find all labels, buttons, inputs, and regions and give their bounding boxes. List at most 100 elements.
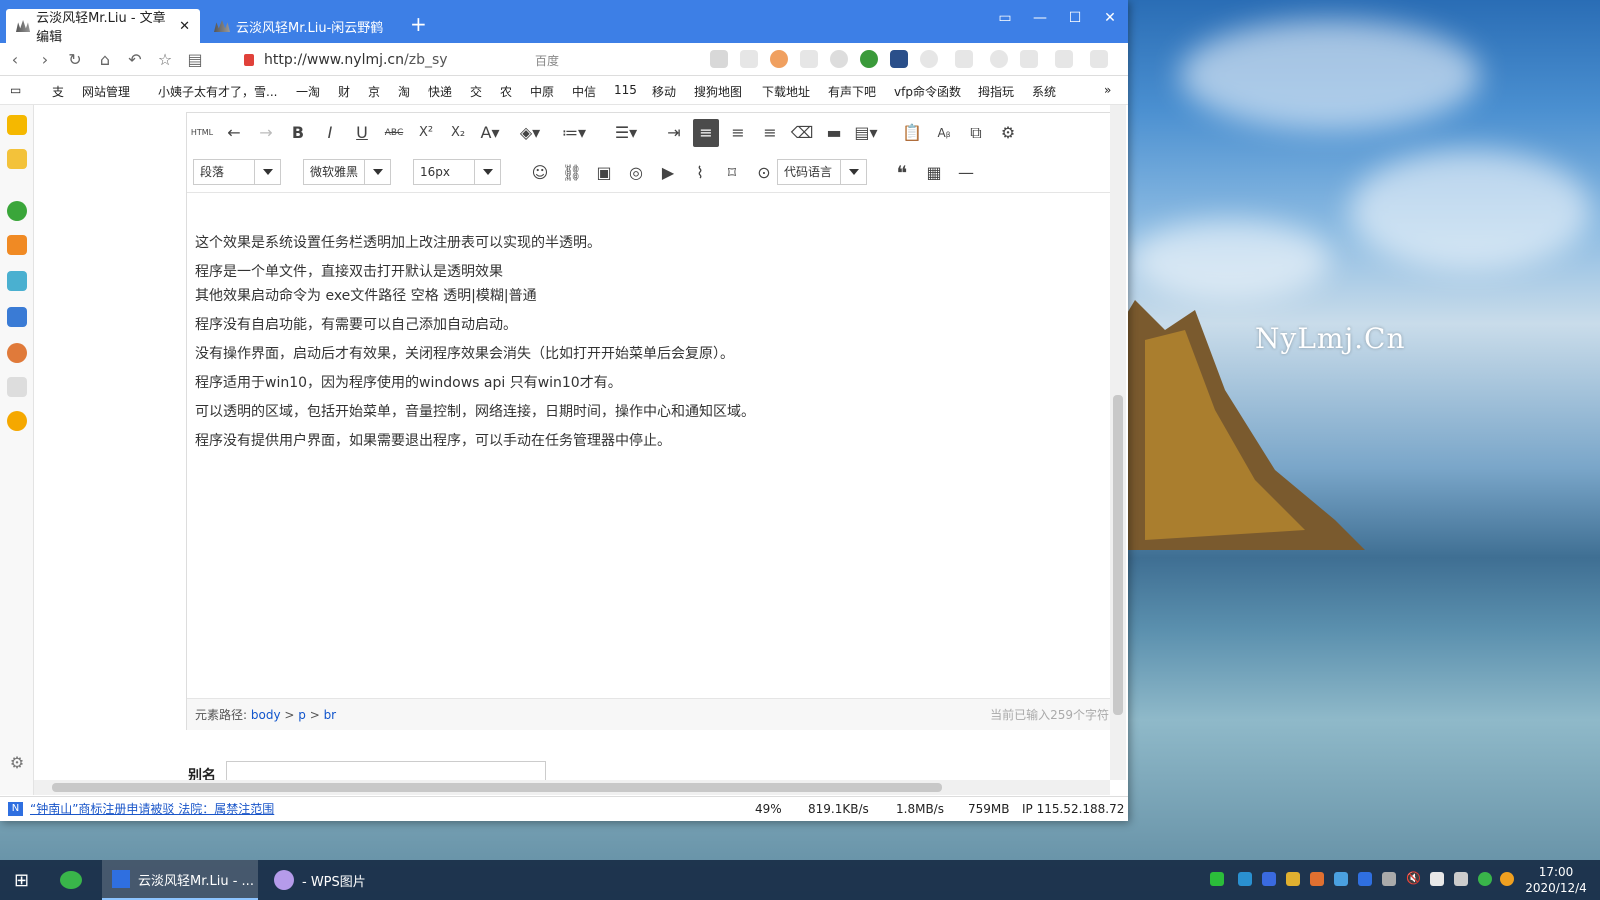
back-icon[interactable]: ‹ <box>0 50 30 69</box>
blockquote-icon[interactable]: ❝ <box>889 159 915 187</box>
bookmark-item[interactable]: 中原 <box>530 83 554 100</box>
italic-icon[interactable]: I <box>317 119 343 147</box>
close-icon[interactable]: ✕ <box>179 19 190 34</box>
windows-start-icon[interactable]: ⊞ <box>14 860 44 900</box>
eraser-icon[interactable]: ⌫ <box>789 119 815 147</box>
address-bar[interactable]: http://www.nylmj.cn /zb_sy <box>244 48 684 72</box>
taskbar-app-browser[interactable]: 云淡风轻Mr.Liu - ... <box>102 860 258 900</box>
bookmark-item[interactable]: 系统 <box>1032 83 1056 100</box>
subscript-icon[interactable]: X₂ <box>445 119 471 147</box>
font-family-select[interactable]: 微软雅黑 <box>303 159 391 185</box>
screenshot-icon[interactable] <box>1020 50 1038 68</box>
font-color-icon[interactable]: A▾ <box>477 119 503 147</box>
scroll-thumb[interactable] <box>1113 395 1123 715</box>
tray-icon[interactable] <box>1286 872 1300 886</box>
path-body-link[interactable]: body <box>251 708 281 722</box>
spellcheck-icon[interactable]: Aᵦ <box>931 119 957 147</box>
calendar-icon[interactable] <box>7 377 27 397</box>
reading-icon[interactable]: ▤ <box>180 50 210 69</box>
volume-muted-icon[interactable]: 🔇 <box>1406 871 1421 885</box>
emoji-icon[interactable]: ☺ <box>527 159 553 187</box>
unordered-list-icon[interactable]: ☰▾ <box>613 119 639 147</box>
settings-icon[interactable]: ⚙ <box>995 119 1021 147</box>
bookmark-item[interactable]: vfp命令函数 <box>894 83 961 100</box>
scroll-thumb[interactable] <box>52 783 942 792</box>
code-language-select[interactable]: 代码语言 <box>777 159 867 185</box>
clock[interactable]: 17:00 2020/12/4 <box>1520 864 1592 896</box>
rss-icon[interactable] <box>7 235 27 255</box>
attachment-icon[interactable]: ⌇ <box>687 159 713 187</box>
minimize-icon[interactable]: — <box>1030 10 1050 26</box>
menu-icon[interactable] <box>1090 50 1108 68</box>
paste-icon[interactable]: 📋 <box>899 119 925 147</box>
maximize-icon[interactable]: ☐ <box>1065 10 1085 26</box>
insert-image-icon[interactable]: ▣ <box>591 159 617 187</box>
tools-icon[interactable] <box>955 50 973 68</box>
align-right-icon[interactable]: ≡ <box>757 119 783 147</box>
bold-icon[interactable]: B <box>285 119 311 147</box>
bookmark-item[interactable]: 支 <box>52 83 64 100</box>
bookmark-item[interactable]: 京 <box>368 83 380 100</box>
tray-icon[interactable] <box>1382 872 1396 886</box>
html-source-button[interactable]: HTML <box>189 119 215 147</box>
bookmark-item[interactable]: 财 <box>338 83 350 100</box>
weibo-icon[interactable] <box>7 411 27 431</box>
chat-icon[interactable] <box>7 201 27 221</box>
favorite-star-icon[interactable]: ☆ <box>150 50 180 69</box>
tray-icon[interactable] <box>1334 872 1348 886</box>
bookmark-item[interactable]: 下载地址 <box>762 83 810 100</box>
settings-gear-icon[interactable]: ⚙ <box>7 753 27 773</box>
news-link[interactable]: “钟南山”商标注册申请被驳 法院：属禁注范围 <box>30 797 274 821</box>
tray-icon[interactable] <box>1262 872 1276 886</box>
search-tool-icon[interactable] <box>990 50 1008 68</box>
path-br-link[interactable]: br <box>324 708 337 722</box>
copy-icon[interactable]: ⧉ <box>963 119 989 147</box>
underline-icon[interactable]: U <box>349 119 375 147</box>
tray-icon[interactable] <box>1430 872 1444 886</box>
paragraph-select[interactable]: 段落 <box>193 159 281 185</box>
bird-icon[interactable] <box>7 307 27 327</box>
align-center-icon[interactable]: ≡ <box>725 119 751 147</box>
tray-icon[interactable] <box>1358 872 1372 886</box>
monkey-icon[interactable] <box>7 343 27 363</box>
bookmark-item[interactable]: 拇指玩 <box>978 83 1014 100</box>
bookmark-item[interactable]: 网站管理 <box>82 83 130 100</box>
adblock-icon[interactable] <box>830 50 848 68</box>
redo-icon[interactable]: → <box>253 119 279 147</box>
monkey-icon[interactable] <box>770 50 788 68</box>
green-arrow-icon[interactable] <box>860 50 878 68</box>
bookmark-item[interactable]: 小姨子太有才了，雪... <box>158 83 277 100</box>
path-p-link[interactable]: p <box>298 708 306 722</box>
highlight-color-icon[interactable]: ◈▾ <box>517 119 543 147</box>
bookmark-item[interactable]: 快递 <box>428 83 452 100</box>
calendar-icon[interactable] <box>710 50 728 68</box>
star-icon[interactable] <box>7 115 27 135</box>
bookmark-item[interactable]: 一淘 <box>296 83 320 100</box>
notes-icon[interactable] <box>7 149 27 169</box>
close-window-icon[interactable]: ✕ <box>1100 10 1120 26</box>
refresh-icon[interactable]: ↻ <box>60 50 90 69</box>
tray-icon[interactable] <box>1310 872 1324 886</box>
taskbar-app-wps[interactable]: - WPS图片 <box>268 860 408 900</box>
frame-icon[interactable]: ⌑ <box>719 159 745 187</box>
tray-icon[interactable] <box>1238 872 1252 886</box>
bookmark-item[interactable]: 交 <box>470 83 482 100</box>
bookmark-item[interactable]: 移动 <box>652 83 676 100</box>
video-icon[interactable]: ▶ <box>655 159 681 187</box>
indent-icon[interactable]: ⇥ <box>661 119 687 147</box>
bookmark-item[interactable]: 淘 <box>398 83 410 100</box>
search-tray-icon[interactable] <box>1500 872 1514 886</box>
ordered-list-icon[interactable]: ≔▾ <box>561 119 587 147</box>
undo-icon[interactable]: ← <box>221 119 247 147</box>
strikethrough-icon[interactable]: ABC <box>381 119 407 147</box>
window-icon[interactable] <box>740 50 758 68</box>
map-pin-icon[interactable]: ⊙ <box>751 159 777 187</box>
format-painter-icon[interactable]: ▬ <box>821 119 847 147</box>
scrawl-icon[interactable]: ◎ <box>623 159 649 187</box>
feather-icon[interactable] <box>890 50 908 68</box>
vertical-scrollbar[interactable] <box>1110 105 1126 780</box>
network-icon[interactable] <box>1454 872 1468 886</box>
align-left-icon[interactable]: ≡ <box>693 119 719 147</box>
superscript-icon[interactable]: X² <box>413 119 439 147</box>
editor-body[interactable]: 这个效果是系统设置任务栏透明加上改注册表可以实现的半透明。 程序是一个单文件，直… <box>195 231 1095 453</box>
